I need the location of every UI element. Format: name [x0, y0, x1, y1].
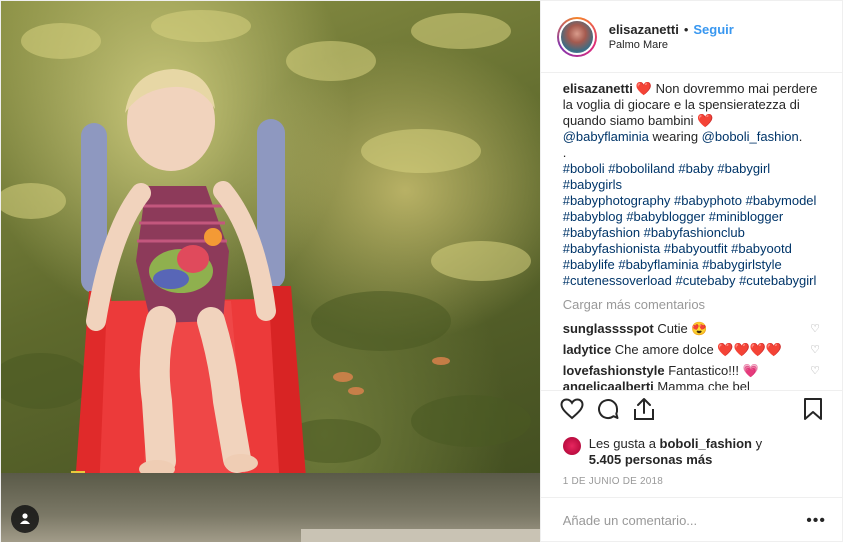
- author-info: elisazanetti • Seguir Palmo Mare: [609, 22, 734, 51]
- like-button[interactable]: [557, 396, 587, 426]
- author-line: elisazanetti • Seguir: [609, 22, 734, 37]
- more-options-icon[interactable]: •••: [806, 512, 826, 530]
- comment-button[interactable]: [593, 396, 623, 426]
- comment-icon: [596, 397, 620, 424]
- share-icon: [633, 397, 655, 424]
- user-icon: [19, 512, 31, 527]
- hashtag-line[interactable]: #babyfashionista #babyoutfit #babyootd: [563, 241, 826, 257]
- comment-text: Che amore dolce ❤️❤️❤️❤️: [614, 341, 783, 357]
- small-heart-icon[interactable]: ♡: [810, 343, 820, 356]
- post-sidebar: elisazanetti • Seguir Palmo Mare elisaza…: [539, 1, 842, 542]
- share-button[interactable]: [629, 396, 659, 426]
- post-photo[interactable]: [1, 1, 540, 542]
- post-header: elisazanetti • Seguir Palmo Mare: [540, 1, 842, 73]
- small-heart-icon[interactable]: ♡: [810, 364, 820, 377]
- separator-dot: •: [683, 22, 689, 37]
- save-button[interactable]: [798, 396, 828, 426]
- hashtag-line[interactable]: #babylife #babyflaminia #babygirlstyle: [563, 257, 826, 273]
- small-heart-icon[interactable]: ♡: [810, 322, 820, 335]
- hashtag-line[interactable]: #babyblog #babyblogger #miniblogger: [563, 209, 826, 225]
- comment-text: Mamma che bel: [657, 381, 750, 390]
- hashtag-line[interactable]: #babyfashion #babyfashionclub: [563, 225, 826, 241]
- post-caption: elisazanetti ❤️ Non dovremmo mai perdere …: [563, 81, 826, 289]
- comment-username[interactable]: sunglasssspot: [563, 321, 654, 336]
- comments-section: elisazanetti ❤️ Non dovremmo mai perdere …: [541, 73, 842, 390]
- comment-username[interactable]: ladytice: [563, 342, 611, 357]
- heart-icon: [560, 398, 584, 423]
- comment-row: ladytice Che amore dolce ❤️❤️❤️❤️ ♡: [563, 339, 826, 360]
- hashtag-line[interactable]: #babyphotography #babyphoto #babymodel: [563, 193, 826, 209]
- red-heart-emoji: ❤️: [697, 113, 714, 128]
- comment-row: sunglasssspot Cutie 😍 ♡: [563, 318, 826, 339]
- hashtag-line[interactable]: #boboli #boboliland #baby #babygirl: [563, 161, 826, 177]
- caption-dot: .: [562, 145, 567, 160]
- comment-row: angelicaalberti Mamma che bel: [563, 381, 826, 390]
- photo-illustration: [1, 10, 531, 542]
- mention-link[interactable]: @babyflaminia: [563, 129, 649, 144]
- likes-user[interactable]: boboli_fashion: [660, 436, 752, 451]
- caption-mid: wearing: [648, 129, 702, 144]
- add-comment-bar: Añade un comentario... •••: [540, 497, 842, 542]
- follow-button[interactable]: Seguir: [693, 22, 733, 37]
- comment-username[interactable]: angelicaalberti: [563, 381, 654, 390]
- comment-text: Fantastico!!! 💗: [668, 362, 759, 378]
- likes-count[interactable]: 5.405 personas más: [589, 452, 713, 467]
- caption-end: .: [798, 129, 803, 144]
- caption-username[interactable]: elisazanetti: [563, 81, 633, 96]
- likes-summary: Les gusta a boboli_fashion y 5.405 perso…: [541, 430, 842, 468]
- likes-text: Les gusta a boboli_fashion y 5.405 perso…: [589, 436, 762, 468]
- bookmark-icon: [803, 397, 823, 424]
- avatar-image: [558, 18, 595, 55]
- author-avatar[interactable]: [556, 16, 597, 57]
- comment-row: lovefashionstyle Fantastico!!! 💗 ♡: [563, 360, 826, 381]
- tagged-users-button[interactable]: [11, 505, 39, 533]
- hashtag-line[interactable]: #babygirls: [563, 177, 826, 193]
- post-location[interactable]: Palmo Mare: [609, 39, 734, 51]
- action-bar: [540, 390, 842, 430]
- comment-text: Cutie 😍: [657, 320, 708, 336]
- likes-prefix: Les gusta a: [588, 436, 660, 451]
- mention-link[interactable]: @boboli_fashion: [702, 129, 799, 144]
- red-heart-emoji: ❤️: [635, 81, 652, 96]
- liker-avatar[interactable]: [562, 437, 581, 455]
- photo-curb: [301, 529, 540, 542]
- comment-username[interactable]: lovefashionstyle: [563, 363, 665, 378]
- author-username[interactable]: elisazanetti: [609, 22, 679, 37]
- load-more-comments-button[interactable]: Cargar más comentarios: [563, 297, 826, 312]
- likes-mid: y: [752, 436, 763, 451]
- instagram-post: elisazanetti • Seguir Palmo Mare elisaza…: [0, 0, 843, 542]
- comment-input[interactable]: Añade un comentario...: [563, 513, 806, 528]
- hashtag-line[interactable]: #cutenessoverload #cutebaby #cutebabygir…: [563, 273, 826, 289]
- post-date[interactable]: 1 DE JUNIO DE 2018: [541, 468, 842, 497]
